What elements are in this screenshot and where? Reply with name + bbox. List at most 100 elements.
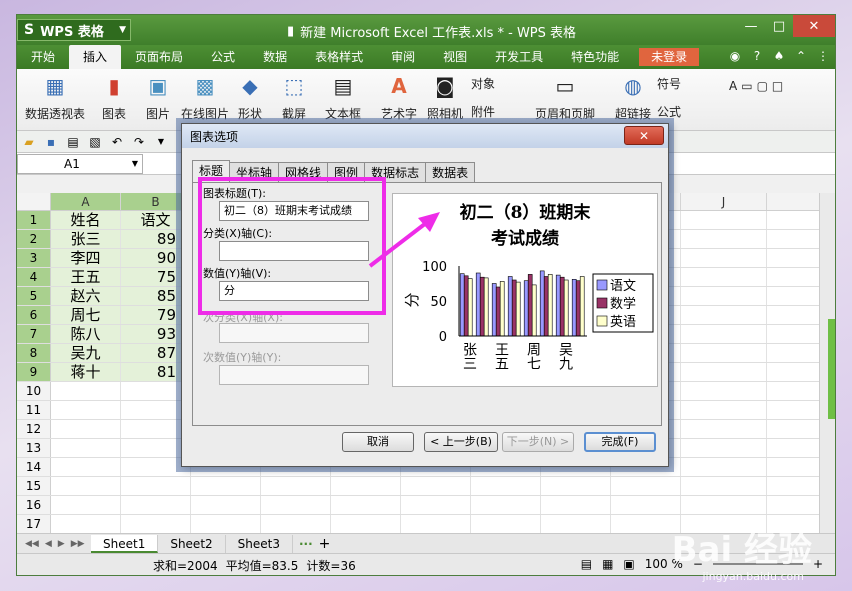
grid-cell[interactable] [51, 439, 121, 457]
tab-data[interactable]: 数据 [249, 45, 301, 69]
open-icon[interactable]: ▰ [21, 135, 37, 149]
tab-gridlines[interactable]: 网格线 [278, 162, 329, 182]
wordart-button[interactable]: A 艺术字 [381, 73, 417, 122]
next-sheet-icon[interactable]: ▶ [58, 539, 65, 549]
row-header[interactable]: 4 [17, 268, 51, 286]
grid-cell[interactable] [191, 515, 261, 533]
row-header[interactable]: 10 [17, 382, 51, 400]
row-header[interactable]: 16 [17, 496, 51, 514]
grid-cell[interactable] [331, 477, 401, 495]
grid-cell[interactable] [681, 439, 767, 457]
square-icon[interactable]: □ [772, 79, 783, 93]
previous-step-button[interactable]: < 上一步(B) [424, 432, 498, 452]
grid-cell[interactable] [611, 496, 681, 514]
wps-app-button[interactable]: S WPS 表格 ▼ [17, 19, 131, 41]
grid-cell[interactable] [401, 515, 471, 533]
grid-cell[interactable] [191, 477, 261, 495]
row-header[interactable]: 5 [17, 287, 51, 305]
grid-cell[interactable] [681, 496, 767, 514]
tab-insert[interactable]: 插入 [69, 45, 122, 69]
grid-cell[interactable] [681, 249, 767, 267]
dropdown-icon[interactable]: ▼ [153, 137, 169, 146]
grid-cell[interactable] [471, 477, 541, 495]
tab-review[interactable]: 审阅 [377, 45, 429, 69]
grid-cell[interactable]: 李四 [51, 249, 121, 267]
finish-button[interactable]: 完成(F) [584, 432, 656, 452]
value-axis-input[interactable]: 分 [219, 281, 369, 301]
grid-cell[interactable]: 蒋十 [51, 363, 121, 381]
column-header-j[interactable]: J [681, 193, 767, 210]
tab-data-table[interactable]: 数据表 [425, 162, 476, 182]
tab-view[interactable]: 视图 [429, 45, 481, 69]
grid-cell[interactable] [681, 382, 767, 400]
grid-cell[interactable] [681, 287, 767, 305]
prev-sheet-icon[interactable]: ◀ [45, 539, 52, 549]
help-icon[interactable]: ? [749, 48, 765, 64]
row-header[interactable]: 12 [17, 420, 51, 438]
screenshot-button[interactable]: ⬚ 截屏 [281, 73, 307, 122]
grid-cell[interactable] [401, 496, 471, 514]
first-sheet-icon[interactable]: ◀◀ [25, 539, 39, 549]
round-rect-icon[interactable]: ▢ [757, 79, 768, 93]
object-button[interactable]: 对象 [471, 75, 495, 92]
grid-cell[interactable] [121, 515, 191, 533]
row-header[interactable]: 2 [17, 230, 51, 248]
name-box[interactable]: A1 ▼ [17, 153, 143, 174]
tab-features[interactable]: 特色功能 [557, 45, 633, 69]
tab-formulas[interactable]: 公式 [197, 45, 249, 69]
grid-cell[interactable] [681, 211, 767, 229]
grid-cell[interactable] [541, 515, 611, 533]
text-shape-icon[interactable]: A [729, 79, 737, 93]
add-sheet-button[interactable]: + [319, 536, 331, 552]
row-header[interactable]: 11 [17, 401, 51, 419]
grid-cell[interactable]: 姓名 [51, 211, 121, 229]
grid-cell[interactable]: 王五 [51, 268, 121, 286]
formula-button[interactable]: 公式 [657, 103, 681, 120]
grid-cell[interactable] [681, 458, 767, 476]
grid-cell[interactable] [51, 515, 121, 533]
row-header[interactable]: 3 [17, 249, 51, 267]
sheet-tab-sheet1[interactable]: Sheet1 [91, 534, 159, 553]
grid-cell[interactable] [331, 515, 401, 533]
sheet-tab-sheet3[interactable]: Sheet3 [226, 534, 293, 553]
row-header[interactable]: 13 [17, 439, 51, 457]
chart-title-input[interactable]: 初二（8）班期末考试成绩 [219, 201, 369, 221]
cancel-button[interactable]: 取消 [342, 432, 414, 452]
more-sheets-button[interactable]: ··· [299, 537, 313, 551]
zoom-in-icon[interactable]: + [813, 557, 823, 571]
side-panel-handle[interactable] [828, 319, 835, 419]
grid-cell[interactable] [51, 496, 121, 514]
grid-cell[interactable] [541, 477, 611, 495]
close-button[interactable]: ✕ [793, 15, 835, 37]
grid-cell[interactable] [611, 515, 681, 533]
tab-axes[interactable]: 坐标轴 [229, 162, 280, 182]
row-header[interactable]: 9 [17, 363, 51, 381]
grid-cell[interactable] [191, 496, 261, 514]
grid-cell[interactable] [51, 477, 121, 495]
grid-cell[interactable] [471, 496, 541, 514]
tab-legend[interactable]: 图例 [327, 162, 366, 182]
grid-cell[interactable] [121, 496, 191, 514]
row-header[interactable]: 7 [17, 325, 51, 343]
grid-cell[interactable]: 陈八 [51, 325, 121, 343]
grid-cell[interactable] [261, 496, 331, 514]
save-icon[interactable]: ▪ [43, 135, 59, 149]
grid-cell[interactable] [681, 363, 767, 381]
grid-cell[interactable] [611, 477, 681, 495]
row-header[interactable]: 6 [17, 306, 51, 324]
grid-cell[interactable] [541, 496, 611, 514]
shapes-button[interactable]: ◆ 形状 [237, 73, 263, 122]
tab-start[interactable]: 开始 [17, 45, 69, 69]
grid-cell[interactable] [121, 477, 191, 495]
rect-shape-icon[interactable]: ▭ [741, 79, 752, 93]
row-header[interactable]: 1 [17, 211, 51, 229]
grid-cell[interactable] [51, 401, 121, 419]
grid-cell[interactable] [681, 401, 767, 419]
grid-cell[interactable] [51, 382, 121, 400]
grid-cell[interactable]: 赵六 [51, 287, 121, 305]
grid-cell[interactable] [471, 515, 541, 533]
grid-cell[interactable] [401, 477, 471, 495]
row-header[interactable]: 17 [17, 515, 51, 533]
row-header[interactable]: 14 [17, 458, 51, 476]
picture-button[interactable]: ▣ 图片 [145, 73, 171, 122]
